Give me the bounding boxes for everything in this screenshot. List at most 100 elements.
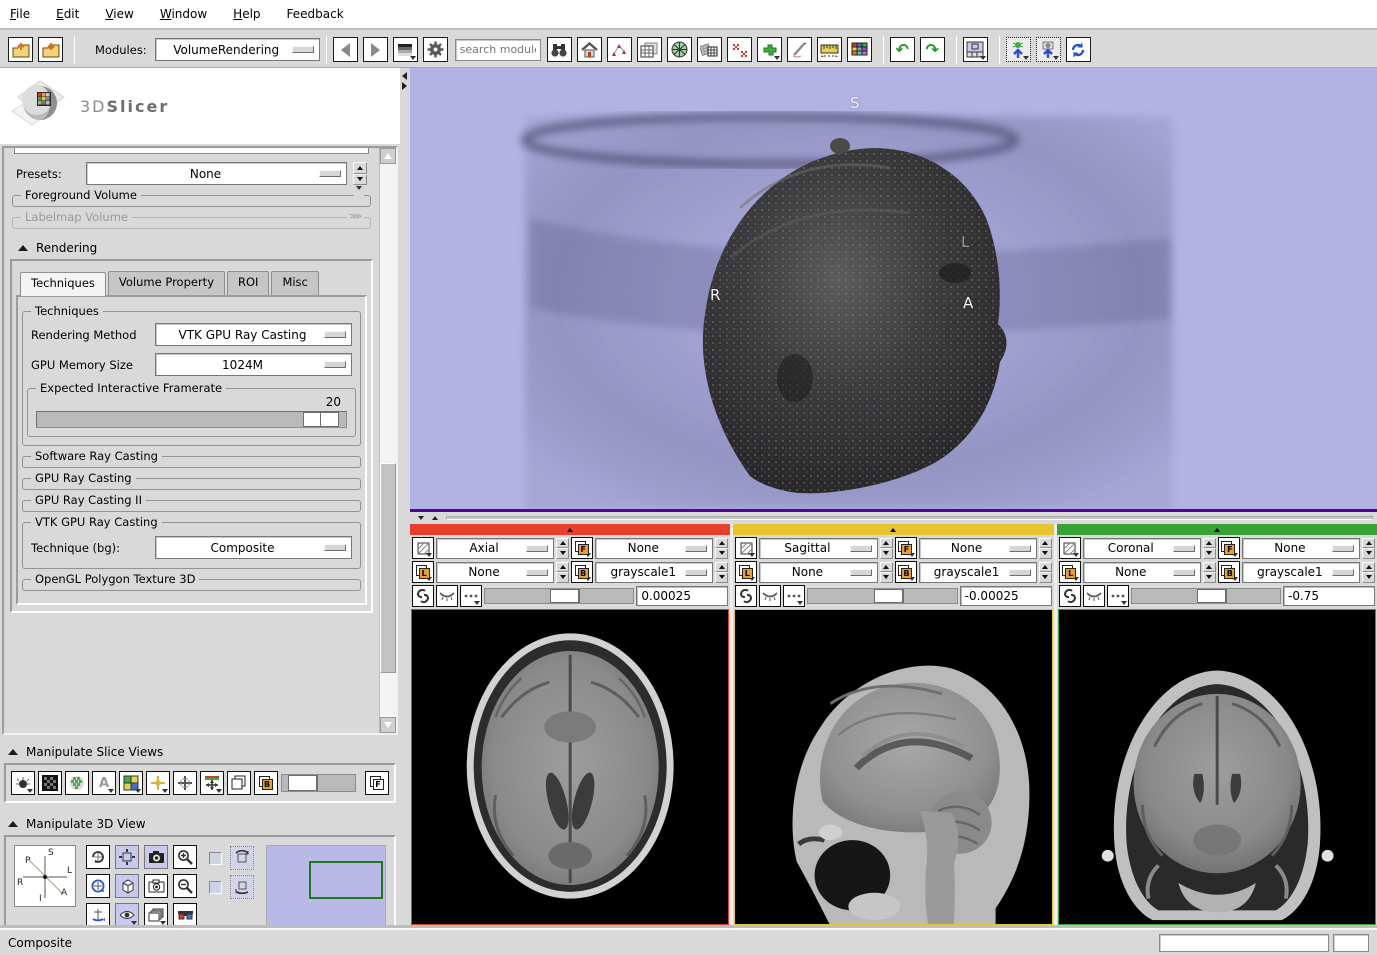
orientation-axes-widget[interactable]: P S L R I A [14,845,76,907]
background-spinner[interactable] [1362,562,1375,583]
slice-opacity-slider[interactable] [281,774,356,792]
background-spinner[interactable] [1039,562,1052,583]
redo-button[interactable]: ↷ [920,37,945,62]
coronal-slice-image[interactable] [1058,609,1376,925]
background-layer-button[interactable]: B [895,561,917,583]
labelmap-volume-select[interactable]: None [436,562,554,583]
slice-grid-button[interactable] [173,771,197,795]
panel-scrollbar[interactable] [379,148,396,733]
labelmap-spinner[interactable] [1203,562,1216,583]
splitter-groove[interactable] [446,516,1373,520]
pitch-view-button[interactable] [86,903,110,927]
collapse-left-icon[interactable] [402,72,407,80]
manipulate-3d-view-header[interactable]: Manipulate 3D View [0,811,400,835]
module-forward-button[interactable] [363,37,388,62]
look-from-button[interactable] [115,903,139,927]
3d-view[interactable]: S R A L [410,68,1377,512]
slice-annotations-button[interactable]: A [92,771,116,795]
foreground-layer-button[interactable]: F [571,537,593,559]
link-views-button[interactable] [735,585,757,607]
slice-offset-input[interactable] [960,586,1052,606]
foreground-volume-select[interactable]: None [595,538,713,559]
rotate-view-button[interactable] [86,845,110,869]
module-history-button[interactable] [393,37,418,62]
fit-to-window-button[interactable]: F [365,771,389,795]
screen-capture-button[interactable] [1006,37,1031,62]
background-layer-button[interactable]: B [1218,561,1240,583]
measurements-module-button[interactable] [787,37,812,62]
tab-misc[interactable]: Misc [271,271,318,295]
tab-volume-property[interactable]: Volume Property [108,271,225,295]
presets-spinner[interactable] [353,162,367,185]
transforms-module-button[interactable] [697,37,722,62]
slice-layout-single-button[interactable] [227,771,251,795]
labelmap-spinner[interactable] [880,562,893,583]
slice-fade-button[interactable] [38,771,62,795]
menu-window[interactable]: Window [160,7,207,21]
snapshot-button[interactable] [144,874,168,898]
coronal-controller-bar[interactable] [1057,524,1377,535]
gpu-memory-select[interactable]: 1024M [155,353,352,376]
fiducials-module-button[interactable] [607,37,632,62]
axial-controller-bar[interactable] [410,524,730,535]
labelmap-layer-button[interactable]: L [412,561,434,583]
foreground-spinner[interactable] [1362,538,1375,559]
sagittal-slice-image[interactable] [734,609,1052,925]
stereo-frames-button[interactable] [144,903,168,927]
menu-file[interactable]: File [10,7,30,21]
orientation-spinner[interactable] [556,538,569,559]
compare-refresh-button[interactable] [1066,37,1091,62]
horizontal-splitter[interactable] [410,512,1377,524]
presets-select[interactable]: None [86,162,347,185]
vertical-splitter[interactable] [400,68,410,928]
manipulate-slice-views-header[interactable]: Manipulate Slice Views [0,739,400,763]
zoom-in-button[interactable] [173,845,197,869]
scene-snapshot-button[interactable] [1036,37,1061,62]
rendering-method-select[interactable]: VTK GPU Ray Casting [155,323,352,346]
slider-thumb[interactable] [1197,589,1227,603]
labelmap-layer-button[interactable]: L [1059,561,1081,583]
rock-view-button[interactable] [230,875,254,899]
foreground-layer-button[interactable]: F [895,537,917,559]
framerate-slider[interactable] [36,411,347,428]
labelmap-volume-select[interactable]: None [1083,562,1201,583]
slice-visibility-toggle[interactable] [436,585,458,607]
module-selector[interactable]: VolumeRendering [155,38,320,61]
screenshot-button[interactable] [144,845,168,869]
menu-help[interactable]: Help [233,7,260,21]
orientation-spinner[interactable] [1203,538,1216,559]
slice-plane-visibility-button[interactable] [735,537,757,559]
menu-feedback[interactable]: Feedback [287,7,344,21]
slice-offset-slider[interactable] [484,588,634,604]
perspective-button[interactable] [115,874,139,898]
foreground-volume-select[interactable]: None [1242,538,1360,559]
module-settings-button[interactable] [423,37,448,62]
slice-offset-input[interactable] [1283,586,1375,606]
slice-offset-slider[interactable] [1131,588,1281,604]
scroll-down-button[interactable] [380,717,396,733]
editor-module-button[interactable] [757,37,782,62]
technique-bg-select[interactable]: Composite [155,536,352,559]
save-scene-button[interactable] [38,37,63,62]
slider-thumb[interactable] [874,589,904,603]
tab-techniques[interactable]: Techniques [20,272,106,296]
slice-visibility-button[interactable] [11,771,35,795]
colors-module-button[interactable] [847,37,872,62]
labelmap-volume-collapse-button[interactable]: ⋙ [347,212,364,222]
slice-labelmap-opacity-button[interactable] [65,771,89,795]
slider-thumb[interactable] [550,589,580,603]
sagittal-controller-bar[interactable] [733,524,1053,535]
slice-more-options-button[interactable] [1107,585,1129,607]
slice-visibility-toggle[interactable] [1083,585,1105,607]
slice-offset-input[interactable] [636,586,728,606]
background-spinner[interactable] [715,562,728,583]
foreground-layer-button[interactable]: F [1218,537,1240,559]
framerate-slider-thumb[interactable] [303,412,339,427]
foreground-volume-select[interactable]: None [919,538,1037,559]
slice-offset-slider[interactable] [807,588,957,604]
fiducial-seed-button[interactable] [727,37,752,62]
labelmap-spinner[interactable] [556,562,569,583]
ruler-module-button[interactable] [817,37,842,62]
volumes-module-button[interactable] [637,37,662,62]
axial-slice-image[interactable] [411,609,729,925]
